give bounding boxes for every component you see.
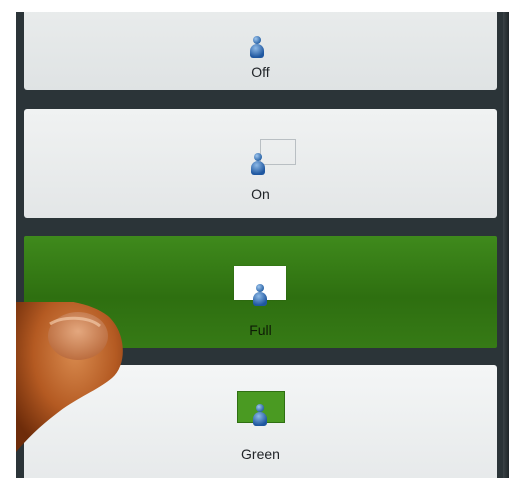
- option-full-button[interactable]: Full: [24, 236, 497, 348]
- person-icon: [250, 36, 264, 60]
- person-icon: [253, 284, 267, 308]
- backlight-options-panel: Off On Full Green: [16, 12, 509, 478]
- option-off-button[interactable]: Off: [24, 12, 497, 90]
- option-off-label: Off: [251, 64, 270, 80]
- option-green-label: Green: [241, 446, 280, 462]
- option-full-label: Full: [249, 322, 272, 338]
- person-icon: [253, 404, 267, 428]
- option-green-button[interactable]: Green: [24, 365, 497, 478]
- outline-screen-icon: [260, 139, 296, 165]
- person-icon: [251, 153, 265, 177]
- option-on-label: On: [251, 186, 270, 202]
- option-on-button[interactable]: On: [24, 109, 497, 218]
